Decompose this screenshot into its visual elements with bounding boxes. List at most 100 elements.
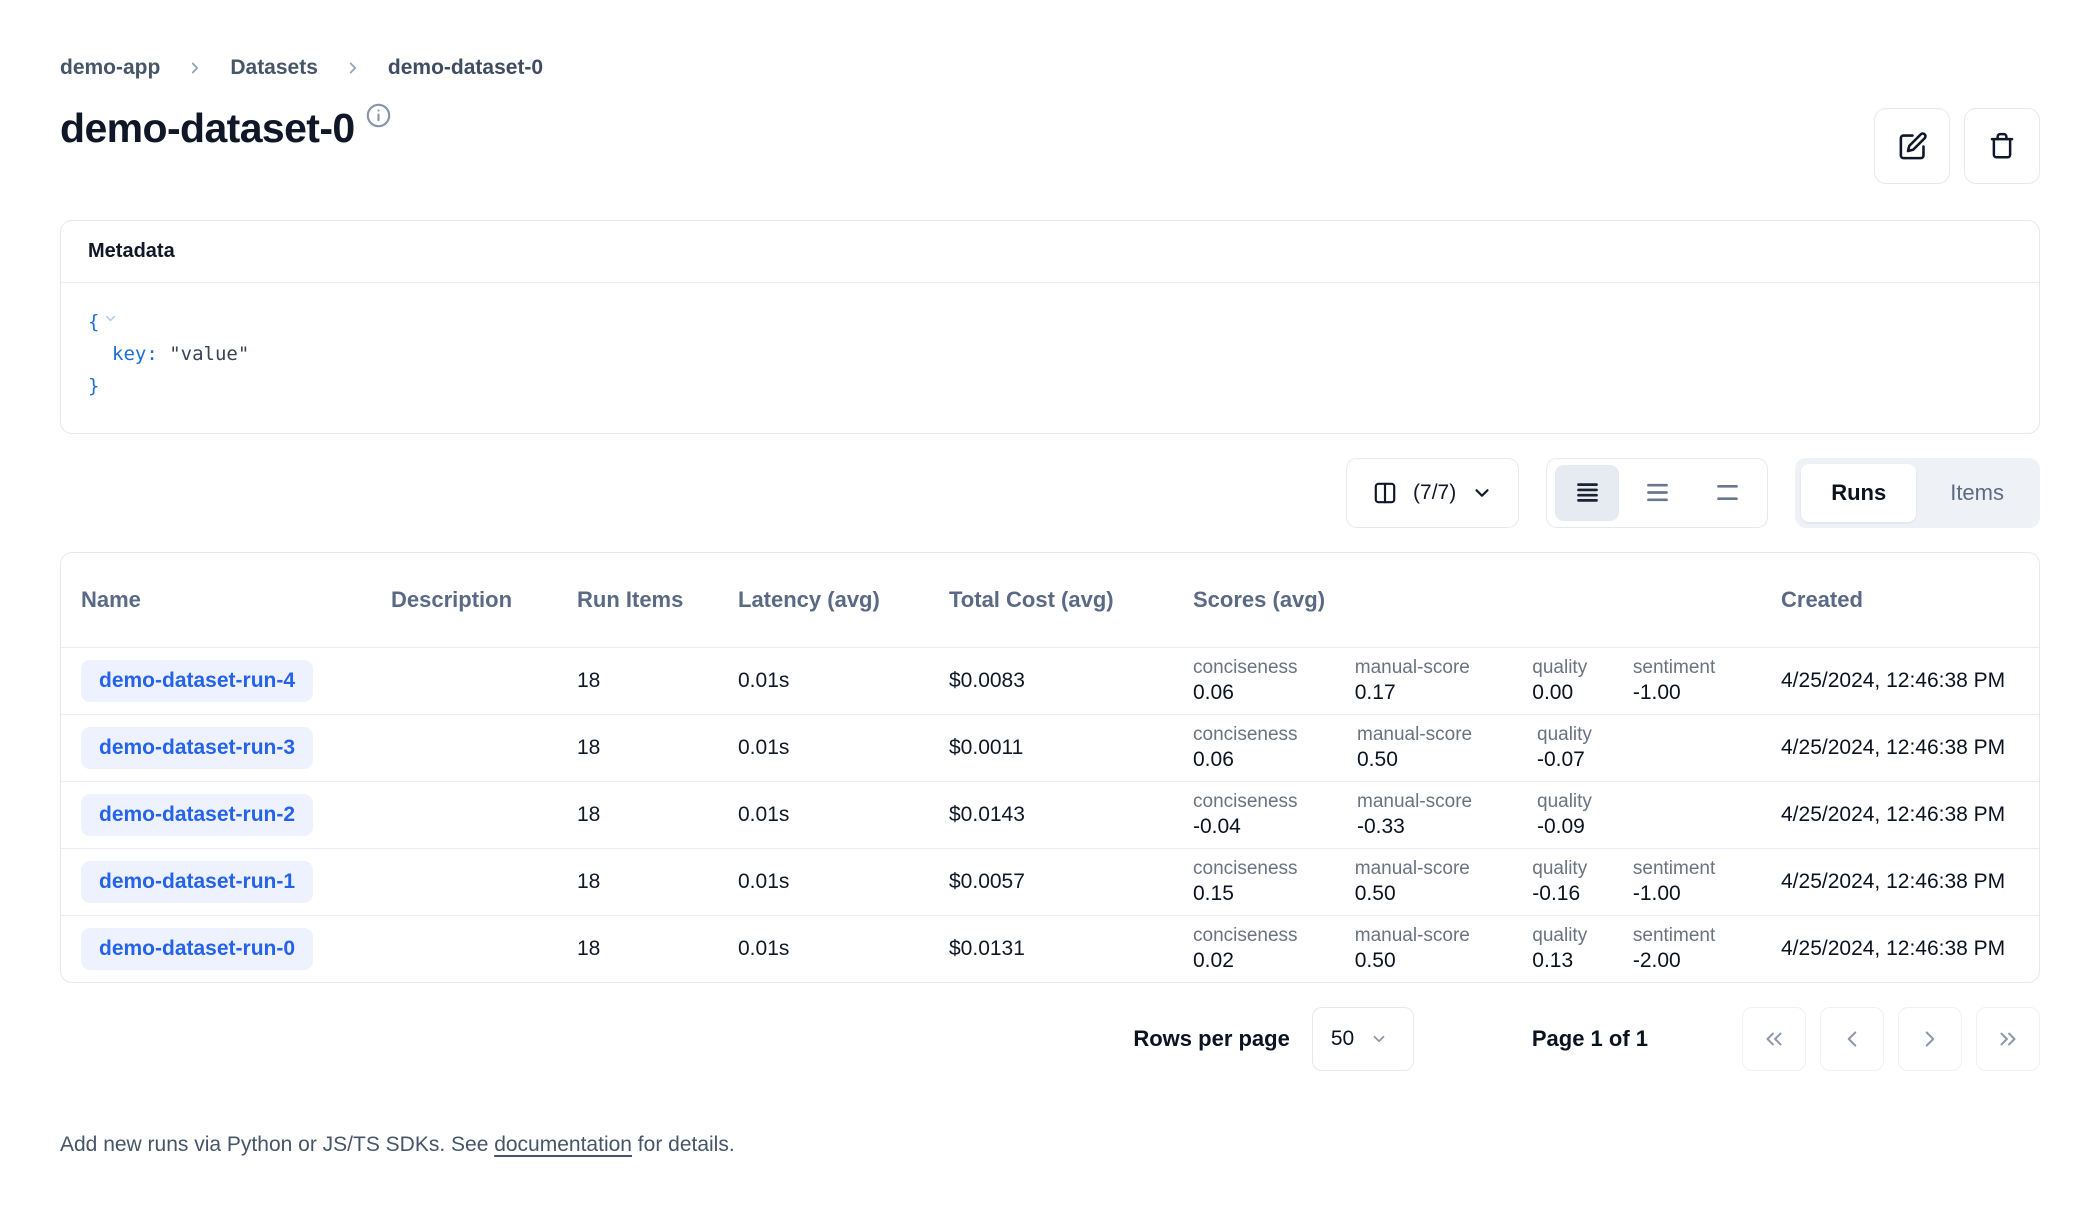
table-toolbar: (7/7) Runs Ite [60, 458, 2040, 528]
tab-items[interactable]: Items [1920, 464, 2034, 522]
created-cell: 4/25/2024, 12:46:38 PM [1781, 803, 2039, 827]
row-height-large-button[interactable] [1695, 465, 1759, 521]
score: manual-score0.50 [1355, 858, 1533, 906]
rows-tall-icon [1714, 479, 1741, 506]
scores-cell: conciseness0.02 manual-score0.50 quality… [1193, 916, 1781, 982]
chevron-right-icon [344, 59, 362, 77]
score: quality0.00 [1532, 657, 1633, 705]
table-row: demo-dataset-run-3 18 0.01s $0.0011 conc… [61, 714, 2039, 781]
previous-page-button[interactable] [1820, 1007, 1884, 1071]
score: sentiment-1.00 [1633, 657, 1767, 705]
row-height-small-button[interactable] [1555, 465, 1619, 521]
created-cell: 4/25/2024, 12:46:38 PM [1781, 669, 2039, 693]
breadcrumb-item-project[interactable]: demo-app [60, 56, 160, 80]
table-row: demo-dataset-run-2 18 0.01s $0.0143 conc… [61, 781, 2039, 848]
score: quality-0.07 [1537, 724, 1639, 772]
sdk-hint-text: Add new runs via Python or JS/TS SDKs. S… [60, 1133, 494, 1156]
documentation-link[interactable]: documentation [494, 1133, 632, 1156]
created-cell: 4/25/2024, 12:46:38 PM [1781, 937, 2039, 961]
json-close-brace: } [88, 375, 99, 397]
json-line-open: { [88, 307, 2012, 339]
trash-icon [1987, 131, 2017, 161]
latency-cell: 0.01s [738, 736, 949, 760]
column-header-created: Created [1781, 587, 2039, 613]
run-items-cell: 18 [577, 937, 738, 961]
total-cost-cell: $0.0143 [949, 803, 1193, 827]
column-header-total-cost: Total Cost (avg) [949, 587, 1193, 613]
latency-cell: 0.01s [738, 803, 949, 827]
total-cost-cell: $0.0057 [949, 870, 1193, 894]
created-cell: 4/25/2024, 12:46:38 PM [1781, 870, 2039, 894]
run-items-cell: 18 [577, 803, 738, 827]
table-header-row: Name Description Run Items Latency (avg)… [61, 553, 2039, 647]
run-link[interactable]: demo-dataset-run-4 [81, 660, 313, 702]
tab-runs[interactable]: Runs [1801, 464, 1916, 522]
sdk-hint-text: for details. [632, 1133, 735, 1156]
run-link[interactable]: demo-dataset-run-1 [81, 861, 313, 903]
score: conciseness0.02 [1193, 925, 1355, 973]
metadata-title: Metadata [88, 240, 175, 262]
json-value: "value" [169, 343, 249, 365]
scores-cell: conciseness0.06 manual-score0.50 quality… [1193, 715, 1781, 781]
runs-table: Name Description Run Items Latency (avg)… [60, 552, 2040, 983]
score: conciseness0.15 [1193, 858, 1355, 906]
next-page-button[interactable] [1898, 1007, 1962, 1071]
chevron-right-icon [1917, 1026, 1943, 1052]
column-header-latency: Latency (avg) [738, 587, 949, 613]
run-link[interactable]: demo-dataset-run-0 [81, 928, 313, 970]
score: conciseness0.06 [1193, 724, 1357, 772]
edit-icon [1897, 131, 1928, 162]
score: sentiment-1.00 [1633, 858, 1767, 906]
scores-cell: conciseness0.15 manual-score0.50 quality… [1193, 849, 1781, 915]
page-header: demo-dataset-0 [60, 106, 2040, 184]
column-count-label: (7/7) [1413, 481, 1456, 505]
table-row: demo-dataset-run-1 18 0.01s $0.0057 conc… [61, 848, 2039, 915]
delete-dataset-button[interactable] [1964, 108, 2040, 184]
score: quality0.13 [1532, 925, 1633, 973]
breadcrumb: demo-app Datasets demo-dataset-0 [60, 56, 2040, 80]
last-page-button[interactable] [1976, 1007, 2040, 1071]
json-line-close: } [88, 371, 2012, 403]
rows-per-page-select[interactable]: 50 [1312, 1007, 1414, 1071]
score: manual-score-0.33 [1357, 791, 1537, 839]
total-cost-cell: $0.0011 [949, 736, 1193, 760]
column-header-name: Name [81, 587, 391, 613]
rows-dense-icon [1574, 479, 1601, 506]
score: manual-score0.50 [1355, 925, 1533, 973]
run-items-cell: 18 [577, 669, 738, 693]
table-body: demo-dataset-run-4 18 0.01s $0.0083 conc… [61, 647, 2039, 982]
rows-per-page-value: 50 [1331, 1027, 1354, 1051]
run-link[interactable]: demo-dataset-run-3 [81, 727, 313, 769]
info-icon[interactable] [365, 102, 392, 129]
columns-icon [1372, 480, 1398, 506]
metadata-json-viewer: { key: "value" } [61, 283, 2039, 433]
column-visibility-button[interactable]: (7/7) [1346, 458, 1519, 528]
chevron-left-icon [1839, 1026, 1865, 1052]
chevron-right-icon [186, 59, 204, 77]
breadcrumb-item-dataset[interactable]: demo-dataset-0 [388, 56, 543, 80]
breadcrumb-item-datasets[interactable]: Datasets [230, 56, 318, 80]
latency-cell: 0.01s [738, 937, 949, 961]
scores-cell: conciseness0.06 manual-score0.17 quality… [1193, 648, 1781, 714]
rows-per-page-label: Rows per page [1133, 1026, 1289, 1052]
score: conciseness-0.04 [1193, 791, 1357, 839]
pagination-bar: Rows per page 50 Page 1 of 1 [60, 1007, 2040, 1071]
first-page-button[interactable] [1742, 1007, 1806, 1071]
run-link[interactable]: demo-dataset-run-2 [81, 794, 313, 836]
collapse-chevron-icon[interactable] [103, 311, 118, 326]
page-status: Page 1 of 1 [1532, 1026, 1648, 1052]
score: manual-score0.17 [1355, 657, 1533, 705]
runs-items-tabs: Runs Items [1795, 458, 2040, 528]
column-header-scores: Scores (avg) [1193, 587, 1781, 613]
chevron-down-icon [1471, 482, 1493, 504]
json-value [158, 343, 169, 365]
row-height-medium-button[interactable] [1625, 465, 1689, 521]
total-cost-cell: $0.0131 [949, 937, 1193, 961]
edit-dataset-button[interactable] [1874, 108, 1950, 184]
chevrons-right-icon [1995, 1026, 2021, 1052]
row-height-toggle-group [1546, 458, 1768, 528]
sdk-hint: Add new runs via Python or JS/TS SDKs. S… [60, 1133, 2040, 1157]
page-title: demo-dataset-0 [60, 106, 355, 151]
column-header-description: Description [391, 587, 577, 613]
score: quality-0.16 [1532, 858, 1633, 906]
